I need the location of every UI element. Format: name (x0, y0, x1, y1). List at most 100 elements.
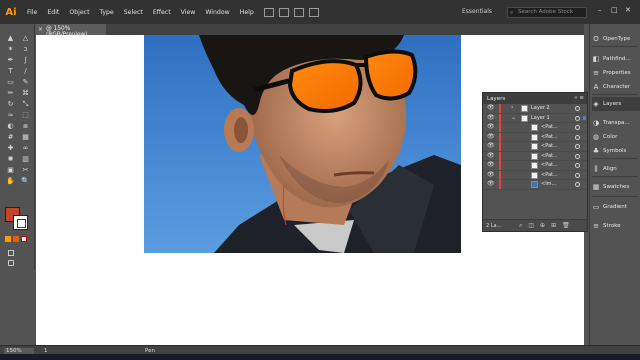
layer-name[interactable]: <Pat... (541, 124, 558, 130)
graph-icon[interactable]: ▥ (19, 155, 32, 164)
layer-name[interactable]: <Pat... (541, 172, 558, 178)
clipping-mask-icon[interactable]: ◫ (528, 222, 534, 230)
free-transform-icon[interactable]: ⬚ (19, 111, 32, 120)
gpu-performance-icon[interactable] (293, 7, 304, 17)
type-icon[interactable]: T (4, 67, 17, 76)
chevron-down-icon[interactable]: ⌄ (511, 114, 516, 121)
gradient-icon[interactable]: ▦ (19, 133, 32, 142)
visibility-eye-icon[interactable]: 👁 (487, 162, 495, 168)
target-circle-icon[interactable] (575, 144, 580, 149)
curvature-icon[interactable]: ∫ (19, 56, 32, 65)
menu-help[interactable]: Help (235, 9, 259, 16)
menu-view[interactable]: View (176, 9, 201, 16)
close-tab-icon[interactable]: × (38, 26, 43, 33)
target-circle-icon[interactable] (575, 163, 580, 168)
layer-name[interactable]: <Pat... (541, 153, 558, 159)
sublayer-row[interactable]: 👁 <Pat... (483, 170, 587, 180)
gradient-mode-icon[interactable] (13, 236, 19, 242)
target-circle-icon[interactable] (575, 115, 580, 121)
target-circle-icon[interactable] (575, 172, 580, 178)
sublayer-row[interactable]: 👁 <Pat... (483, 123, 587, 133)
arrange-documents-icon[interactable] (278, 7, 289, 17)
lasso-icon[interactable]: ↄ (19, 45, 32, 54)
layer-name[interactable]: <Pat... (541, 162, 558, 168)
stroke-swatch[interactable] (13, 215, 28, 230)
visibility-eye-icon[interactable]: 👁 (487, 143, 495, 149)
minimize-button[interactable]: – (598, 6, 602, 14)
visibility-eye-icon[interactable]: 👁 (487, 114, 495, 121)
workspace-switcher[interactable]: Essentials (462, 8, 492, 15)
scale-icon[interactable]: ⤡ (19, 100, 32, 109)
pencil-icon[interactable]: ✏ (4, 89, 17, 98)
shaper-icon[interactable]: ⌘ (19, 89, 32, 98)
layer-name[interactable]: Layer 1 (531, 115, 550, 121)
pen-icon[interactable]: ✒ (4, 56, 17, 65)
target-circle-icon[interactable] (575, 134, 580, 140)
hand-icon[interactable]: ✋ (4, 177, 17, 186)
sublayer-row[interactable]: 👁 <Pat... (483, 161, 587, 171)
color-mode-icon[interactable] (5, 236, 11, 242)
zoom-icon[interactable]: 🔍 (19, 177, 32, 186)
layer-name[interactable]: Layer 2 (531, 105, 550, 111)
menu-type[interactable]: Type (95, 9, 119, 16)
rectangle-icon[interactable]: ▭ (4, 78, 17, 87)
chevron-right-icon[interactable]: › (511, 104, 513, 111)
symbol-sprayer-icon[interactable]: ✺ (4, 155, 17, 164)
target-circle-icon[interactable] (575, 125, 580, 130)
screen-mode-icon[interactable] (8, 260, 14, 266)
layer-name[interactable]: <Im... (541, 181, 556, 187)
dock-opentype[interactable]: O OpenType (592, 32, 640, 46)
perspective-icon[interactable]: ⧈ (19, 122, 32, 131)
draw-mode-icon[interactable] (8, 250, 14, 256)
menu-file[interactable]: File (22, 9, 42, 16)
dock-align[interactable]: ⫼ Align (592, 162, 640, 176)
brush-options-icon[interactable] (308, 7, 319, 17)
slice-icon[interactable]: ✂ (19, 166, 32, 175)
visibility-eye-icon[interactable]: 👁 (487, 152, 495, 159)
line-icon[interactable]: / (19, 67, 32, 76)
dock-color[interactable]: ◍ Color (592, 130, 640, 144)
menu-effect[interactable]: Effect (148, 9, 176, 16)
layer-row[interactable]: 👁 ⌄ Layer 1 (483, 113, 587, 123)
restore-button[interactable]: □ (611, 6, 618, 14)
shape-builder-icon[interactable]: ◐ (4, 122, 17, 131)
layer-name[interactable]: <Pat... (541, 143, 558, 149)
none-mode-icon[interactable] (21, 236, 27, 242)
close-window-button[interactable]: ✕ (625, 6, 631, 14)
dock-properties[interactable]: ≡ Properties (592, 66, 640, 80)
eyedropper-icon[interactable]: ✚ (4, 144, 17, 153)
visibility-eye-icon[interactable]: 👁 (487, 133, 495, 140)
menu-edit[interactable]: Edit (42, 9, 64, 16)
direct-selection-icon[interactable]: △ (19, 34, 32, 43)
sublayer-row[interactable]: 👁 <Im... (483, 180, 587, 190)
dock-layers[interactable]: ◈ Layers (592, 97, 640, 111)
placed-photo[interactable] (144, 35, 461, 253)
artboard-icon[interactable]: ▣ (4, 166, 17, 175)
visibility-eye-icon[interactable]: 👁 (487, 181, 495, 187)
visibility-eye-icon[interactable]: 👁 (487, 124, 495, 130)
dock-swatches[interactable]: ▦ Swatches (592, 180, 640, 194)
target-circle-icon[interactable] (575, 106, 580, 111)
sublayer-row[interactable]: 👁 <Pat... (483, 142, 587, 152)
target-circle-icon[interactable] (575, 153, 580, 159)
dock-stroke[interactable]: ≡ Stroke (592, 219, 640, 233)
target-circle-icon[interactable] (575, 182, 580, 187)
visibility-eye-icon[interactable]: 👁 (487, 105, 495, 111)
dock-character[interactable]: A Character (592, 80, 640, 94)
visibility-eye-icon[interactable]: 👁 (487, 171, 495, 178)
new-layer-icon[interactable]: ⊞ (551, 222, 556, 230)
layer-name[interactable]: <Pat... (541, 134, 558, 140)
locate-icon[interactable]: ⌕ (519, 222, 522, 230)
selection-icon[interactable]: ▲ (4, 34, 17, 43)
document-tab[interactable]: × @ 150% (RGB/Preview) (36, 24, 106, 38)
stock-search-input[interactable]: ⌕ Search Adobe Stock (507, 7, 587, 18)
blend-icon[interactable]: ∞ (19, 144, 32, 153)
menu-select[interactable]: Select (119, 9, 148, 16)
sublayer-row[interactable]: 👁 <Pat... (483, 151, 587, 161)
width-icon[interactable]: ≈ (4, 111, 17, 120)
trash-icon[interactable]: 🗑 (562, 222, 570, 230)
menu-window[interactable]: Window (200, 9, 234, 16)
dock-gradient-panel[interactable]: ▭ Gradient (592, 200, 640, 214)
paintbrush-icon[interactable]: ✎ (19, 78, 32, 87)
bridge-icon[interactable] (263, 7, 274, 17)
